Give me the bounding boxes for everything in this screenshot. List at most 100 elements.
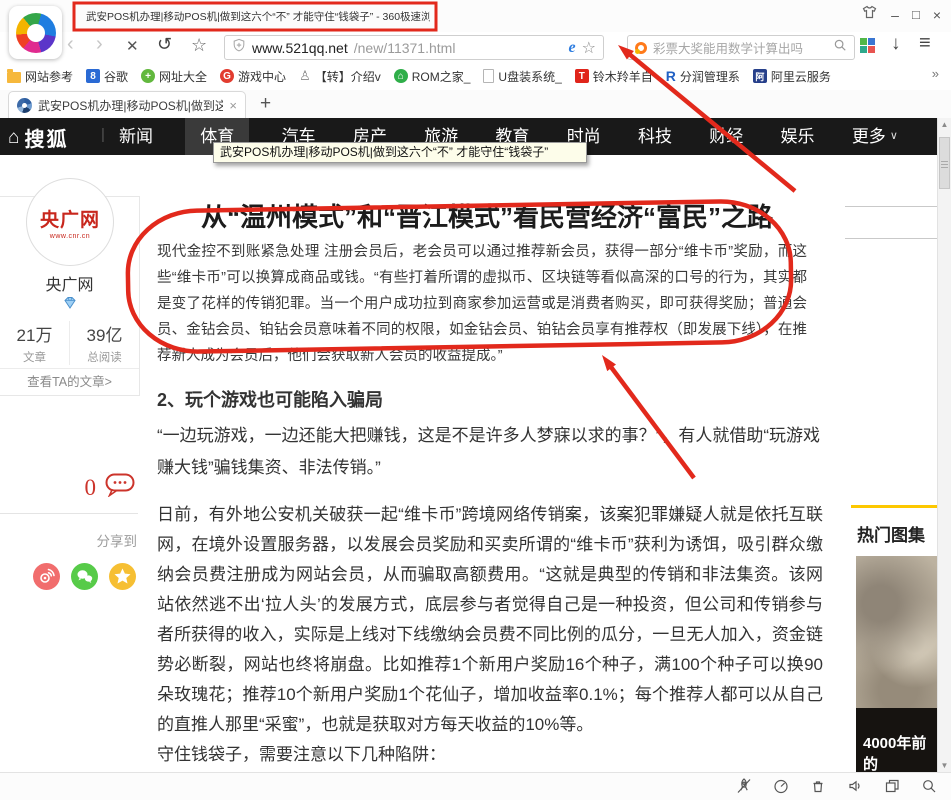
shield-icon [232, 38, 246, 58]
nav-more-button[interactable]: 更多 ∨ [847, 118, 903, 155]
bookmark-label: 网址大全 [159, 68, 207, 85]
nav-item-finance[interactable]: 财经 [704, 118, 748, 155]
menu-button[interactable]: ≡ [919, 32, 931, 55]
speed-gauge-icon[interactable] [772, 777, 790, 795]
bookmark-item[interactable]: 网站参考 [7, 68, 73, 85]
stat-articles: 21万 文章 [0, 321, 70, 365]
tab-tooltip: 武安POS机办理|移动POS机|做到这六个“不” 才能守住“钱袋子” [213, 142, 587, 163]
search-magnifier-icon[interactable] [833, 38, 847, 57]
add-favorite-star-icon[interactable]: ☆ [582, 38, 596, 58]
status-bar-icons [735, 777, 938, 795]
document-icon [483, 69, 494, 83]
comment-bubble-icon[interactable] [105, 473, 135, 502]
bookmarks-bar: 网站参考 8 谷歌 + 网址大全 G 游戏中心 ♙ 【转】介绍v ⌂ ROM之家… [7, 62, 917, 90]
scroll-down-arrow[interactable]: ▼ [938, 761, 951, 770]
browser-logo[interactable] [9, 6, 62, 59]
reload-button[interactable]: ↺ [157, 34, 172, 55]
left-divider [0, 513, 138, 514]
nav-divider: | [101, 126, 105, 143]
bookmark-label: 铃木羚羊自 [593, 68, 653, 85]
bookmark-item[interactable]: U盘装系统_ [483, 68, 561, 85]
close-button[interactable]: × [933, 4, 941, 26]
bookmark-favicon: + [141, 69, 155, 83]
tab-close-icon[interactable]: × [229, 98, 237, 113]
folder-icon [7, 72, 21, 83]
stat-label: 总阅读 [70, 349, 139, 365]
author-avatar[interactable]: 央广网 www.cnr.cn [26, 178, 114, 266]
stat-label: 文章 [0, 349, 69, 365]
nav-item-news[interactable]: 新闻 [114, 118, 158, 155]
bookmark-label: ROM之家_ [412, 68, 471, 85]
weibo-share-icon[interactable] [33, 563, 60, 590]
bookmark-item[interactable]: 阿 阿里云服务 [753, 68, 831, 85]
bookmark-item[interactable]: 8 谷歌 [86, 68, 128, 85]
hot-gallery-heading: 热门图集 [857, 521, 925, 546]
bookmark-item[interactable]: ♙ 【转】介绍v [299, 68, 381, 85]
grid-square [868, 38, 875, 45]
address-bar[interactable]: www.521qq.net /new/11371.html e ☆ [224, 35, 604, 60]
download-button[interactable]: ↓ [891, 33, 901, 55]
bookmark-item[interactable]: G 游戏中心 [220, 68, 286, 85]
back-button[interactable]: ‹ [67, 33, 74, 56]
scrollbar-thumb[interactable] [939, 137, 950, 189]
bookmark-item[interactable]: + 网址大全 [141, 68, 207, 85]
home-icon: ⌂ [8, 127, 19, 149]
bookmark-label: 谷歌 [104, 68, 128, 85]
ie-compat-icon[interactable]: e [569, 39, 576, 57]
maximize-button[interactable]: □ [912, 4, 920, 26]
active-tab[interactable]: 武安POS机办理|移动POS机|做到这六个“不” 才能守住“钱袋子” × [8, 91, 246, 118]
bookmark-label: 分润管理系 [680, 68, 740, 85]
browser-window: 武安POS机办理|移动POS机|做到这六个“不” 才能守住“钱袋子” - 360… [0, 0, 951, 800]
grid-square [860, 38, 867, 45]
page-scrollbar[interactable]: ▲ ▼ [937, 118, 951, 772]
article-paragraph: 现代金控不到账紧急处理 注册会员后，老会员可以通过推荐新会员，获得一部分“维卡币… [157, 239, 807, 369]
forward-button[interactable]: › [96, 33, 103, 56]
avatar-logo-text: 央广网 [40, 205, 100, 232]
avatar-logo-url: www.cnr.cn [50, 233, 90, 240]
stat-value: 21万 [0, 321, 69, 346]
browser-logo-icon [16, 13, 56, 53]
app-grid-icon[interactable] [860, 38, 875, 53]
article-body: 日前，有外地公安机关破获一起“维卡币”跨境网络传销案，该案犯罪嫌疑人就是依托互联… [157, 500, 823, 772]
status-bar [0, 772, 951, 800]
search-box[interactable]: 彩票大奖能用数学计算出吗 [627, 35, 855, 60]
bookmark-item[interactable]: T 铃木羚羊自 [575, 68, 653, 85]
nav-item-ent[interactable]: 娱乐 [776, 118, 820, 155]
tab-favicon [17, 98, 32, 113]
title-bar: 武安POS机办理|移动POS机|做到这六个“不” 才能守住“钱袋子” - 360… [0, 0, 951, 32]
windows-layout-icon[interactable] [883, 777, 901, 795]
theme-shirt-icon[interactable] [861, 4, 878, 26]
minimize-button[interactable]: – [891, 4, 899, 26]
scroll-up-arrow[interactable]: ▲ [938, 120, 951, 129]
comment-row: 0 [0, 473, 139, 502]
qzone-share-icon[interactable] [109, 563, 136, 590]
bookmark-item[interactable]: R 分润管理系 [666, 68, 740, 85]
verified-gem-icon [0, 296, 139, 309]
bookmark-favicon: ⌂ [394, 69, 408, 83]
right-partial-box [845, 206, 937, 239]
share-buttons [33, 563, 136, 590]
chevron-down-icon: ∨ [890, 118, 898, 155]
tab-title: 武安POS机办理|移动POS机|做到这六个“不” 才能守住“钱袋子” [38, 97, 223, 114]
bookmarks-overflow-button[interactable]: » [932, 66, 939, 81]
stop-button[interactable]: ✕ [126, 37, 139, 55]
zoom-search-icon[interactable] [920, 777, 938, 795]
favorites-star-button[interactable]: ☆ [191, 35, 207, 56]
author-name[interactable]: 央广网 [0, 271, 139, 295]
mute-speaker-icon[interactable] [846, 777, 864, 795]
url-domain: www.521qq.net [252, 40, 348, 56]
site-logo[interactable]: ⌂ 搜狐 [8, 123, 68, 152]
nav-item-tech[interactable]: 科技 [633, 118, 677, 155]
new-tab-button[interactable]: + [260, 93, 271, 115]
hot-gallery-photo[interactable]: 4000年前的 [856, 556, 937, 772]
bookmark-label: 阿里云服务 [771, 68, 831, 85]
boost-off-icon[interactable] [735, 777, 753, 795]
author-stats: 21万 文章 39亿 总阅读 [0, 321, 139, 365]
bookmark-item[interactable]: ⌂ ROM之家_ [394, 68, 471, 85]
article-paragraph: 守住钱袋子，需要注意以下几种陷阱： [157, 740, 823, 770]
trash-icon[interactable] [809, 777, 827, 795]
search-input[interactable]: 彩票大奖能用数学计算出吗 [653, 38, 827, 57]
photo-caption: 4000年前的 [856, 708, 937, 772]
author-articles-link[interactable]: 查看TA的文章> [0, 368, 139, 395]
wechat-share-icon[interactable] [71, 563, 98, 590]
